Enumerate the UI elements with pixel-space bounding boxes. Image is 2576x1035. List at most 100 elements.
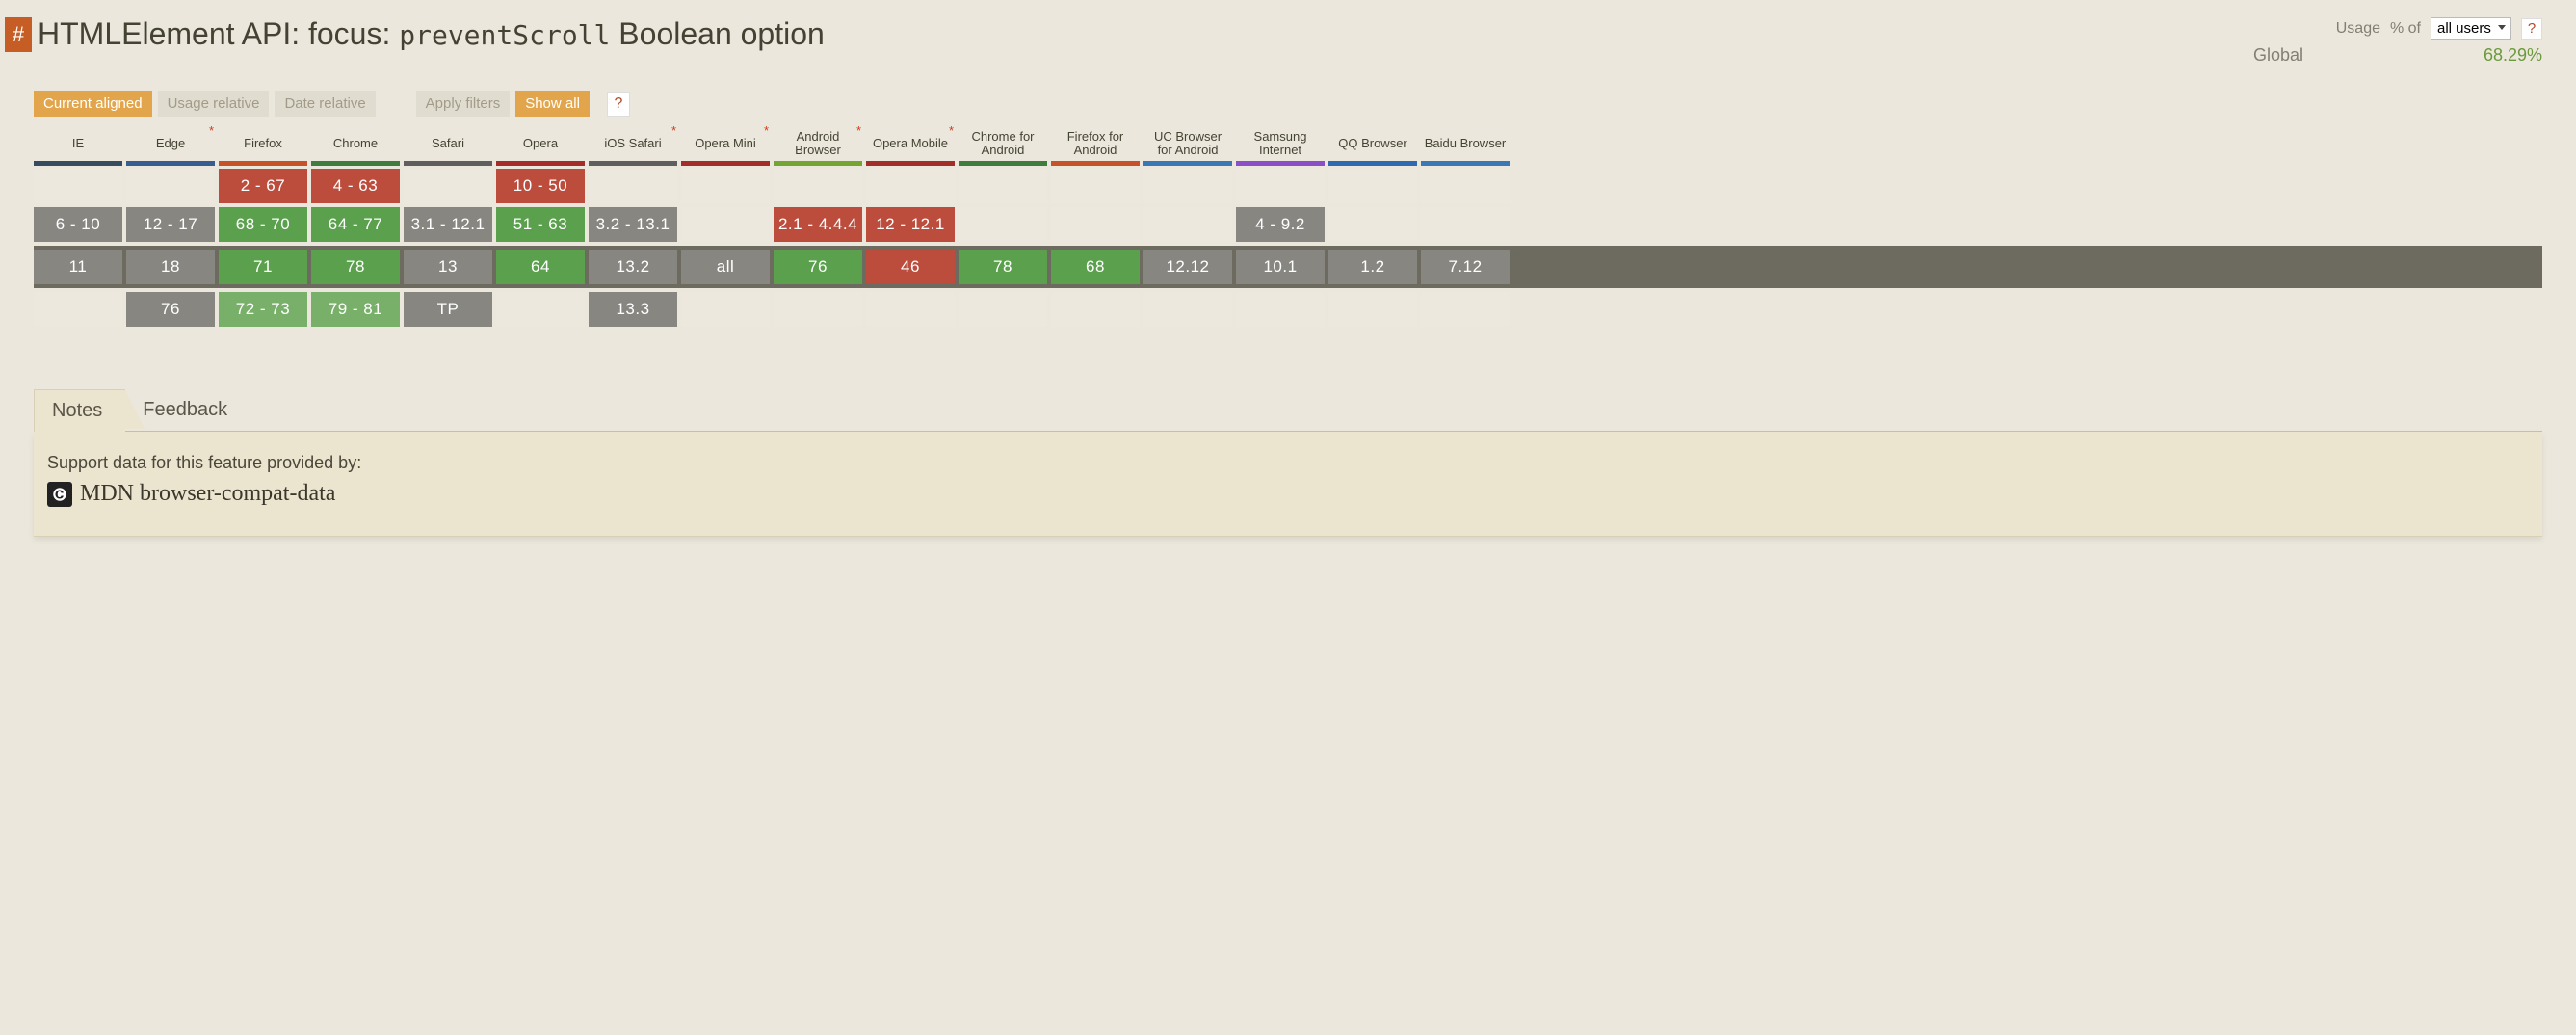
version-cell[interactable]: 68 - 70 xyxy=(219,207,307,242)
version-cell[interactable]: 76 xyxy=(774,250,862,284)
browser-header[interactable]: Opera Mobile* xyxy=(866,126,955,161)
version-cell[interactable]: 78 xyxy=(959,250,1047,284)
browser-header[interactable]: Edge* xyxy=(126,126,215,161)
date-relative-button[interactable]: Date relative xyxy=(275,91,375,117)
empty-cell xyxy=(1051,292,1140,327)
version-cell[interactable]: 71 xyxy=(219,250,307,284)
empty-cell xyxy=(959,292,1047,327)
version-cell[interactable]: 51 - 63 xyxy=(496,207,585,242)
provided-by-text: Support data for this feature provided b… xyxy=(47,453,2523,473)
controls-help-button[interactable]: ? xyxy=(607,92,630,117)
version-cell[interactable]: 2.1 - 4.4.4 xyxy=(774,207,862,242)
mdn-link[interactable]: MDN browser-compat-data xyxy=(47,481,2523,507)
version-cell[interactable]: 6 - 10 xyxy=(34,207,122,242)
note-star-icon: * xyxy=(764,126,769,138)
browser-header[interactable]: IE xyxy=(34,126,122,161)
browser-underline xyxy=(1051,161,1140,166)
version-cell[interactable]: 79 - 81 xyxy=(311,292,400,327)
version-cell[interactable]: 68 xyxy=(1051,250,1140,284)
title-code: preventScroll xyxy=(399,19,610,51)
empty-cell xyxy=(126,169,215,203)
version-cell[interactable]: 12 - 17 xyxy=(126,207,215,242)
browser-header[interactable]: Opera xyxy=(496,126,585,161)
browser-header[interactable]: Firefox for Android xyxy=(1051,126,1140,161)
browser-header[interactable]: UC Browser for Android xyxy=(1143,126,1232,161)
global-percentage: 68.29% xyxy=(2484,45,2542,66)
note-star-icon: * xyxy=(949,126,954,138)
empty-cell xyxy=(404,169,492,203)
pct-of-label: % of xyxy=(2390,20,2421,38)
version-cell[interactable]: 3.1 - 12.1 xyxy=(404,207,492,242)
version-cell[interactable]: 4 - 9.2 xyxy=(1236,207,1325,242)
empty-cell xyxy=(1328,169,1417,203)
title-suffix: Boolean option xyxy=(610,16,824,51)
version-cell[interactable]: 13.3 xyxy=(589,292,677,327)
empty-cell xyxy=(496,292,585,327)
version-cell[interactable]: 2 - 67 xyxy=(219,169,307,203)
version-cell[interactable]: 10.1 xyxy=(1236,250,1325,284)
version-cell[interactable]: all xyxy=(681,250,770,284)
browser-header[interactable]: Firefox xyxy=(219,126,307,161)
current-aligned-button[interactable]: Current aligned xyxy=(34,91,152,117)
version-cell[interactable]: 13 xyxy=(404,250,492,284)
empty-cell xyxy=(589,169,677,203)
browser-underline xyxy=(496,161,585,166)
empty-cell xyxy=(1421,207,1510,242)
empty-cell xyxy=(1421,169,1510,203)
browser-underline xyxy=(959,161,1047,166)
empty-cell xyxy=(1328,207,1417,242)
empty-cell xyxy=(1236,169,1325,203)
version-cell[interactable]: 3.2 - 13.1 xyxy=(589,207,677,242)
version-cell[interactable]: 72 - 73 xyxy=(219,292,307,327)
version-cell[interactable]: 46 xyxy=(866,250,955,284)
version-cell[interactable]: 11 xyxy=(34,250,122,284)
browser-header[interactable]: Opera Mini* xyxy=(681,126,770,161)
empty-cell xyxy=(1143,207,1232,242)
tab-notes[interactable]: Notes xyxy=(34,389,125,432)
users-select[interactable]: all users xyxy=(2431,17,2511,40)
mdn-text: MDN browser-compat-data xyxy=(80,481,335,507)
version-cell[interactable]: 78 xyxy=(311,250,400,284)
version-cell[interactable]: 12 - 12.1 xyxy=(866,207,955,242)
version-cell[interactable]: 13.2 xyxy=(589,250,677,284)
empty-cell xyxy=(1143,169,1232,203)
title-prefix: HTMLElement API: focus: xyxy=(38,16,399,51)
browser-header[interactable]: Android Browser* xyxy=(774,126,862,161)
version-cell[interactable]: TP xyxy=(404,292,492,327)
version-cell[interactable]: 64 - 77 xyxy=(311,207,400,242)
version-cell[interactable]: 7.12 xyxy=(1421,250,1510,284)
browser-header[interactable]: iOS Safari* xyxy=(589,126,677,161)
apply-filters-button[interactable]: Apply filters xyxy=(416,91,511,117)
browser-underline xyxy=(404,161,492,166)
version-cell[interactable]: 4 - 63 xyxy=(311,169,400,203)
usage-help-button[interactable]: ? xyxy=(2521,18,2542,40)
browser-header[interactable]: QQ Browser xyxy=(1328,126,1417,161)
browser-underline xyxy=(681,161,770,166)
browser-underline xyxy=(589,161,677,166)
empty-cell xyxy=(1236,292,1325,327)
browser-header[interactable]: Chrome for Android xyxy=(959,126,1047,161)
hash-badge[interactable]: # xyxy=(5,17,32,52)
empty-cell xyxy=(1421,292,1510,327)
usage-relative-button[interactable]: Usage relative xyxy=(158,91,270,117)
browser-header[interactable]: Chrome xyxy=(311,126,400,161)
empty-cell xyxy=(681,292,770,327)
empty-cell xyxy=(1143,292,1232,327)
mdn-icon xyxy=(47,482,72,507)
version-cell[interactable]: 76 xyxy=(126,292,215,327)
browser-header[interactable]: Safari xyxy=(404,126,492,161)
tab-feedback[interactable]: Feedback xyxy=(125,389,250,431)
version-cell[interactable]: 12.12 xyxy=(1143,250,1232,284)
version-cell[interactable]: 1.2 xyxy=(1328,250,1417,284)
version-cell[interactable]: 64 xyxy=(496,250,585,284)
page-title: HTMLElement API: focus: preventScroll Bo… xyxy=(38,15,2253,52)
empty-cell xyxy=(681,169,770,203)
show-all-button[interactable]: Show all xyxy=(515,91,590,117)
browser-header[interactable]: Samsung Internet xyxy=(1236,126,1325,161)
browser-header[interactable]: Baidu Browser xyxy=(1421,126,1510,161)
empty-cell xyxy=(866,292,955,327)
usage-label: Usage xyxy=(2336,20,2380,38)
version-cell[interactable]: 10 - 50 xyxy=(496,169,585,203)
browser-underline xyxy=(311,161,400,166)
version-cell[interactable]: 18 xyxy=(126,250,215,284)
